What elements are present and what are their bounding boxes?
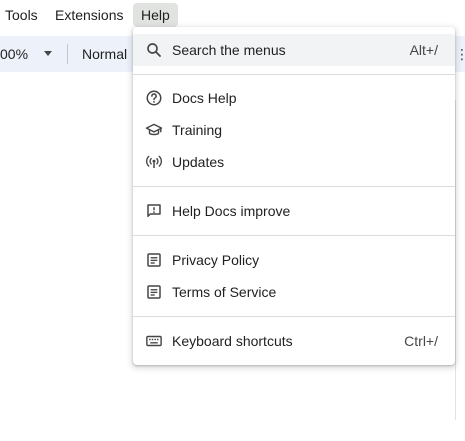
menu-separator (133, 74, 455, 75)
menu-item-label: Privacy Policy (172, 252, 260, 268)
help-menu-dropdown: Search the menus Alt+/ Docs Help Trainin… (133, 27, 455, 365)
document-page-edge (455, 100, 465, 420)
menu-help[interactable]: Help (133, 3, 178, 27)
menu-item-training[interactable]: Training (133, 114, 455, 146)
menu-separator (133, 316, 455, 317)
keyboard-icon (145, 332, 163, 350)
menu-item-docs-help[interactable]: Docs Help (133, 82, 455, 114)
menu-item-label: Terms of Service (172, 284, 277, 300)
menu-item-shortcut: Ctrl+/ (404, 333, 438, 349)
graduation-cap-icon (145, 121, 163, 139)
menu-bar: Tools Extensions Help (0, 0, 465, 30)
menu-item-label: Training (172, 122, 223, 138)
menu-item-help-docs-improve[interactable]: Help Docs improve (133, 195, 455, 227)
menu-item-label: Updates (172, 154, 225, 170)
broadcast-icon (145, 153, 163, 171)
search-icon (145, 41, 163, 59)
menu-item-label: Help Docs improve (172, 203, 291, 219)
menu-item-label: Docs Help (172, 90, 237, 106)
menu-tools[interactable]: Tools (0, 3, 46, 27)
menu-item-shortcut: Alt+/ (409, 42, 438, 58)
zoom-select[interactable]: 00% (0, 36, 28, 72)
menu-item-terms-of-service[interactable]: Terms of Service (133, 276, 455, 308)
menu-item-privacy-policy[interactable]: Privacy Policy (133, 244, 455, 276)
menu-separator (133, 235, 455, 236)
paragraph-style-select[interactable]: Normal (82, 36, 127, 72)
menu-item-updates[interactable]: Updates (133, 146, 455, 178)
menu-item-label: Keyboard shortcuts (172, 333, 293, 349)
feedback-icon (145, 202, 163, 220)
toolbar-divider (67, 44, 68, 64)
document-icon (145, 251, 163, 269)
help-circle-icon (145, 89, 163, 107)
paragraph-style-value: Normal (82, 46, 128, 62)
zoom-value: 00% (0, 46, 29, 62)
menu-separator (133, 186, 455, 187)
more-options-icon[interactable]: ⋮ (455, 36, 465, 72)
menu-item-label: Search the menus (172, 42, 286, 58)
menu-item-search-menus[interactable]: Search the menus Alt+/ (133, 34, 455, 66)
menu-extensions[interactable]: Extensions (47, 3, 131, 27)
menu-item-keyboard-shortcuts[interactable]: Keyboard shortcuts Ctrl+/ (133, 325, 455, 357)
zoom-dropdown-arrow-icon[interactable] (44, 51, 52, 56)
document-icon (145, 283, 163, 301)
